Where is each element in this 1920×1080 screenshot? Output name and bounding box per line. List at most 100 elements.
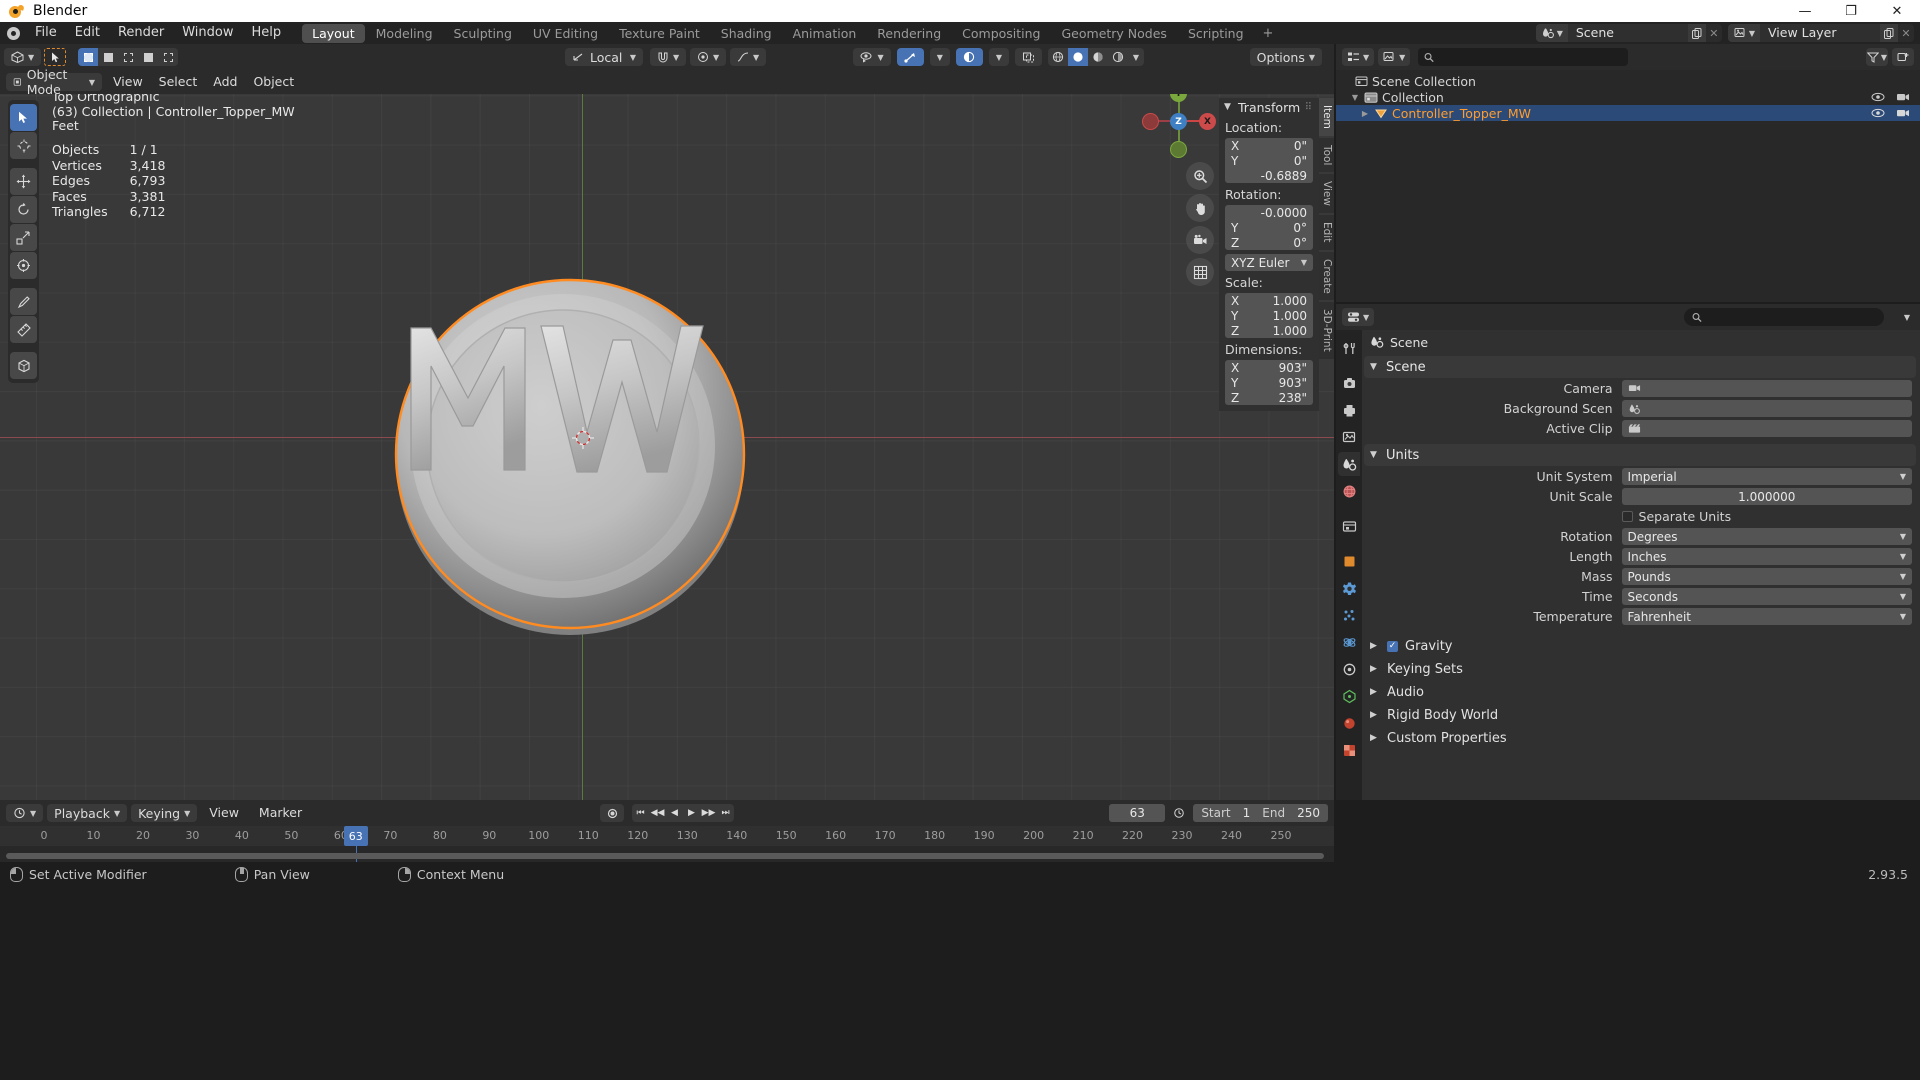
overlays-toggle[interactable]	[955, 48, 983, 66]
menu-window[interactable]: Window	[173, 22, 242, 44]
transform-panel-header[interactable]: ▼ Transform ⠿	[1219, 98, 1319, 116]
snap-magnet-button[interactable]: ▼	[650, 48, 687, 66]
timeline-ruler[interactable]: 0 10 20 30 40 50 60 70 80 90 100 110 120 130 140 150 160…	[0, 826, 1334, 846]
tab-compositing[interactable]: Compositing	[952, 24, 1050, 43]
new-scene-button[interactable]	[1687, 24, 1706, 42]
world-properties-tab[interactable]	[1338, 479, 1360, 503]
solid-shading-button[interactable]	[1068, 48, 1088, 66]
gizmo-axis-y-negative[interactable]	[1170, 141, 1187, 158]
play-button[interactable]: ▶	[683, 804, 700, 822]
timeline-editor[interactable]: ▼ Playback ▼ Keying ▼ View Marker ⏮ ◀◀ ◀ ▶	[0, 800, 1334, 862]
length-units-dropdown[interactable]: Inches ▼	[1621, 548, 1912, 565]
dimensions-z-field[interactable]: Z 238"	[1225, 390, 1313, 405]
particle-properties-tab[interactable]	[1338, 603, 1360, 627]
menu-render[interactable]: Render	[109, 22, 173, 44]
chevron-down-icon[interactable]: ▼	[1348, 93, 1362, 102]
proportional-falloff-button[interactable]: ▼	[730, 48, 767, 66]
properties-editor-type-button[interactable]: ▼	[1342, 308, 1375, 326]
audio-section[interactable]: ▶ Audio	[1362, 682, 1920, 702]
tab-shading[interactable]: Shading	[711, 24, 782, 43]
rotation-y-field[interactable]: Y 0°	[1225, 220, 1313, 235]
timeline-marker-menu[interactable]: Marker	[251, 804, 310, 822]
select-subtract-toggle[interactable]	[118, 48, 139, 66]
gizmo-toggle[interactable]	[896, 48, 924, 66]
jump-to-end-button[interactable]: ⏭	[717, 804, 734, 822]
tab-rendering[interactable]: Rendering	[867, 24, 951, 43]
remove-view-layer-button[interactable]: ✕	[1898, 24, 1914, 42]
rotation-mode-dropdown[interactable]: XYZ Euler ▼	[1225, 254, 1313, 271]
outliner-row-collection[interactable]: ▼ Collection	[1336, 89, 1920, 105]
outliner-editor-type-button[interactable]: ▼	[1342, 48, 1375, 66]
jump-to-start-button[interactable]: ⏮	[632, 804, 649, 822]
cursor-tool-button[interactable]	[44, 48, 67, 66]
outliner-new-collection-button[interactable]	[1892, 48, 1914, 66]
zoom-icon[interactable]	[1186, 162, 1214, 190]
chevron-right-icon[interactable]: ▶	[1358, 109, 1372, 118]
dimensions-y-field[interactable]: Y 903"	[1225, 375, 1313, 390]
timeline-playhead[interactable]: 63	[343, 826, 368, 846]
location-y-field[interactable]: Y 0"	[1225, 153, 1313, 168]
menu-file[interactable]: File	[26, 22, 66, 44]
scale-y-field[interactable]: Y 1.000	[1225, 308, 1313, 323]
temperature-units-dropdown[interactable]: Fahrenheit ▼	[1621, 608, 1912, 625]
viewport-menu-object[interactable]: Object	[245, 73, 302, 91]
unit-scale-field[interactable]: 1.000000	[1621, 488, 1912, 505]
move-tool-button[interactable]	[10, 168, 37, 195]
camera-view-icon[interactable]	[1186, 226, 1214, 254]
gravity-section[interactable]: ▶ Gravity	[1362, 636, 1920, 656]
view-layer-selector[interactable]: ▼ View Layer ✕	[1727, 24, 1914, 42]
active-clip-field[interactable]	[1621, 420, 1912, 437]
annotate-tool-button[interactable]	[10, 288, 37, 315]
timeline-scrollbar[interactable]	[6, 853, 1324, 859]
scale-x-field[interactable]: X 1.000	[1225, 293, 1313, 308]
custom-properties-section[interactable]: ▶ Custom Properties	[1362, 728, 1920, 748]
material-properties-tab[interactable]	[1338, 711, 1360, 735]
mass-units-dropdown[interactable]: Pounds ▼	[1621, 568, 1912, 585]
proportional-edit-button[interactable]: ▼	[690, 48, 727, 66]
rotation-x-field[interactable]: -0.0000	[1225, 205, 1313, 220]
separate-units-checkbox[interactable]: Separate Units	[1621, 509, 1731, 524]
measure-tool-button[interactable]	[10, 316, 37, 343]
select-intersect-toggle[interactable]	[158, 48, 179, 66]
use-preview-range-icon[interactable]	[1169, 804, 1189, 822]
view-layer-properties-tab[interactable]	[1338, 425, 1360, 449]
sidebar-tab-create[interactable]: Create	[1319, 251, 1334, 301]
view-layer-name[interactable]: View Layer	[1760, 24, 1880, 42]
gizmo-axis-z[interactable]: Z	[1170, 113, 1187, 130]
tab-layout[interactable]: Layout	[302, 23, 365, 43]
3d-viewport[interactable]: ▼ Local ▼ ▼ ▼ ▼ ▼ ▼ ▼ ▼ Options ▼ Object…	[0, 44, 1334, 800]
keying-sets-section[interactable]: ▶ Keying Sets	[1362, 659, 1920, 679]
overlays-dropdown[interactable]: ▼	[988, 48, 1009, 66]
gravity-checkbox[interactable]	[1387, 640, 1398, 652]
coin-model[interactable]	[373, 240, 768, 635]
camera-field[interactable]	[1621, 380, 1912, 397]
dimensions-x-field[interactable]: X 903"	[1225, 360, 1313, 375]
outliner-display-mode-button[interactable]: ▼	[1378, 48, 1411, 66]
tab-uv-editing[interactable]: UV Editing	[523, 24, 608, 43]
properties-options-chevron[interactable]: ▼	[1904, 313, 1914, 322]
gizmo-dropdown[interactable]: ▼	[929, 48, 950, 66]
object-mode-dropdown[interactable]: Object Mode ▼	[6, 67, 102, 97]
maximize-button[interactable]: ❐	[1828, 0, 1874, 22]
tab-scripting[interactable]: Scripting	[1178, 24, 1254, 43]
navigation-gizmo[interactable]: Y X Z	[1142, 84, 1216, 158]
unit-system-dropdown[interactable]: Imperial ▼	[1621, 468, 1912, 485]
next-keyframe-button[interactable]: ▶▶	[700, 804, 717, 822]
scale-z-field[interactable]: Z 1.000	[1225, 323, 1313, 338]
tab-animation[interactable]: Animation	[783, 24, 867, 43]
tab-geometry-nodes[interactable]: Geometry Nodes	[1052, 24, 1177, 43]
tab-texture-paint[interactable]: Texture Paint	[609, 24, 710, 43]
rigid-body-world-section[interactable]: ▶ Rigid Body World	[1362, 705, 1920, 725]
sidebar-tab-tool[interactable]: Tool	[1319, 137, 1334, 173]
properties-search-box[interactable]	[1683, 308, 1884, 326]
rotate-tool-button[interactable]	[10, 196, 37, 223]
sidebar-tab-edit[interactable]: Edit	[1319, 215, 1334, 250]
timeline-view-menu[interactable]: View	[201, 804, 247, 822]
outliner-editor[interactable]: ▼ ▼ ▼ Scene Collection ▼ Collection ▶ Co…	[1336, 44, 1920, 302]
scale-tool-button[interactable]	[10, 224, 37, 251]
sidebar-tab-3d-print[interactable]: 3D-Print	[1319, 302, 1334, 360]
scene-panel-header[interactable]: ▼ Scene	[1364, 356, 1916, 378]
options-button[interactable]: Options ▼	[1249, 48, 1322, 66]
auto-keying-button[interactable]	[600, 804, 624, 822]
new-view-layer-button[interactable]	[1880, 24, 1898, 42]
